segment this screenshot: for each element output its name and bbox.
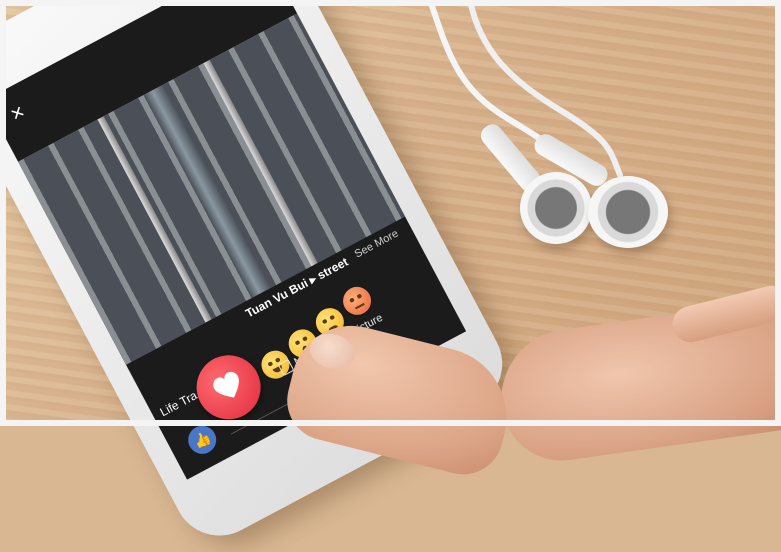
close-icon[interactable]: × bbox=[6, 99, 29, 127]
earbud-right bbox=[588, 176, 668, 248]
angry-face-icon[interactable] bbox=[338, 281, 377, 320]
earbud-left bbox=[520, 172, 592, 244]
thumbs-up-icon[interactable]: 👍 bbox=[183, 420, 222, 459]
